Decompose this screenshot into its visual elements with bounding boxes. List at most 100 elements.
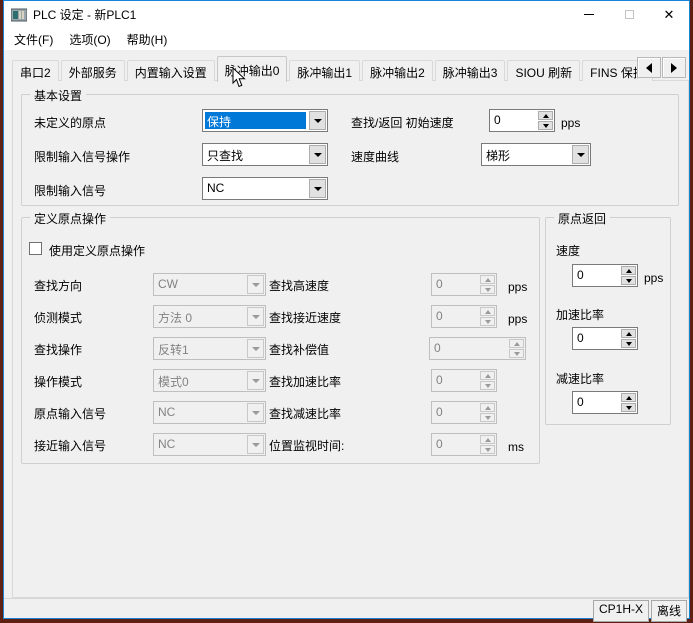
spin-up-icon (626, 269, 632, 273)
tab-pulse-output-0[interactable]: 脉冲输出0 (217, 56, 288, 82)
approach-input-signal-label: 接近输入信号 (34, 437, 106, 454)
spin-up-icon (485, 310, 491, 314)
plc-app-icon (11, 8, 27, 22)
search-approach-speed-unit: pps (508, 312, 527, 326)
search-decel-ratio-label: 查找减速比率 (269, 405, 341, 422)
speed-curve-dropdown[interactable]: 梯形 (481, 143, 591, 166)
spin-down-button (480, 381, 495, 390)
origin-input-signal-label: 原点输入信号 (34, 405, 106, 422)
spin-up-button (480, 307, 495, 316)
spin-down-button (509, 349, 524, 358)
search-compensation-label: 查找补偿值 (269, 341, 329, 358)
close-button[interactable]: ✕ (649, 1, 689, 28)
chevron-down-icon (247, 307, 264, 326)
speed-curve-label: 速度曲线 (351, 148, 399, 165)
return-speed-spinner[interactable]: 0 (572, 264, 638, 287)
arrow-right-icon (671, 63, 677, 73)
arrow-left-icon (646, 63, 652, 73)
define-origin-group-title: 定义原点操作 (30, 210, 110, 227)
initial-speed-unit: pps (561, 116, 580, 130)
tab-pulse-output-1[interactable]: 脉冲输出1 (289, 60, 360, 81)
define-origin-group: 定义原点操作 使用定义原点操作 查找方向 CW 查找高速度 0 pps 侦测模式 (21, 217, 540, 464)
limit-input-signal-dropdown[interactable]: NC (202, 177, 328, 200)
spin-up-icon (485, 406, 491, 410)
detect-mode-label: 侦测模式 (34, 309, 82, 326)
spin-down-icon (626, 279, 632, 283)
use-define-origin-label: 使用定义原点操作 (49, 242, 145, 259)
search-operation-label: 查找操作 (34, 341, 82, 358)
spin-down-icon (543, 124, 549, 128)
search-decel-ratio-spinner: 0 (431, 401, 497, 424)
limit-input-operation-label: 限制输入信号操作 (34, 148, 130, 165)
menu-options[interactable]: 选项(O) (61, 28, 118, 51)
spin-down-button (480, 285, 495, 294)
maximize-button (609, 1, 649, 28)
detect-mode-dropdown: 方法 0 (153, 305, 266, 328)
spin-down-icon (626, 406, 632, 410)
spin-up-button[interactable] (621, 266, 636, 275)
spin-up-button (480, 435, 495, 444)
spin-down-button[interactable] (621, 339, 636, 348)
operation-mode-dropdown: 模式0 (153, 369, 266, 392)
spin-down-icon (485, 320, 491, 324)
tab-external-service[interactable]: 外部服务 (61, 60, 125, 81)
menu-help[interactable]: 帮助(H) (119, 28, 176, 51)
search-high-speed-label: 查找高速度 (269, 277, 329, 294)
tab-pulse-output-2[interactable]: 脉冲输出2 (362, 60, 433, 81)
tab-page-pulse-output-0: 基本设置 未定义的原点 保持 限制输入信号操作 只查找 限制输入信号 NC 查找… (12, 80, 689, 598)
menu-bar: 文件(F) 选项(O) 帮助(H) (4, 28, 689, 50)
return-accel-spinner[interactable]: 0 (572, 327, 638, 350)
chevron-down-icon[interactable] (309, 145, 326, 164)
initial-speed-spinner[interactable]: 0 (489, 109, 555, 132)
spin-up-button (480, 403, 495, 412)
spin-up-icon (485, 438, 491, 442)
tab-scroll-left-button[interactable] (637, 57, 661, 78)
spin-down-button (480, 413, 495, 422)
spin-down-button (480, 317, 495, 326)
tab-scroll-right-button[interactable] (662, 57, 686, 78)
spin-down-icon (485, 288, 491, 292)
return-speed-label: 速度 (556, 242, 580, 259)
tab-builtin-input[interactable]: 内置输入设置 (127, 60, 215, 81)
tab-serial-port-2[interactable]: 串口2 (12, 60, 59, 81)
search-direction-dropdown: CW (153, 273, 266, 296)
return-decel-spinner[interactable]: 0 (572, 391, 638, 414)
close-icon: ✕ (664, 8, 675, 21)
search-accel-ratio-label: 查找加速比率 (269, 373, 341, 390)
tab-pulse-output-3[interactable]: 脉冲输出3 (435, 60, 506, 81)
operation-mode-label: 操作模式 (34, 373, 82, 390)
chevron-down-icon (247, 339, 264, 358)
spin-up-button[interactable] (621, 329, 636, 338)
minimize-button[interactable] (569, 1, 609, 28)
spin-down-icon (485, 448, 491, 452)
limit-input-operation-dropdown[interactable]: 只查找 (202, 143, 328, 166)
spin-up-icon (543, 114, 549, 118)
spin-down-icon (626, 342, 632, 346)
use-define-origin-checkbox[interactable] (29, 242, 42, 255)
spin-up-button[interactable] (538, 111, 553, 120)
spin-down-button (480, 445, 495, 454)
approach-input-signal-dropdown: NC (153, 433, 266, 456)
spin-down-icon (514, 352, 520, 356)
limit-input-signal-label: 限制输入信号 (34, 182, 106, 199)
search-accel-ratio-spinner: 0 (431, 369, 497, 392)
maximize-icon (625, 10, 634, 19)
tab-siou-refresh[interactable]: SIOU 刷新 (507, 60, 580, 81)
chevron-down-icon (247, 403, 264, 422)
chevron-down-icon[interactable] (309, 111, 326, 130)
spin-up-button (480, 275, 495, 284)
chevron-down-icon[interactable] (572, 145, 589, 164)
menu-file[interactable]: 文件(F) (6, 28, 61, 51)
chevron-down-icon[interactable] (309, 179, 326, 198)
spin-up-button[interactable] (621, 393, 636, 402)
return-decel-label: 减速比率 (556, 370, 604, 387)
spin-down-button[interactable] (621, 403, 636, 412)
plc-settings-window: PLC 设定 - 新PLC1 ✕ 文件(F) 选项(O) 帮助(H) 串口2 外… (3, 0, 690, 619)
spin-down-icon (485, 416, 491, 420)
search-high-speed-spinner: 0 (431, 273, 497, 296)
plc-type-panel: CP1H-X (593, 600, 649, 622)
undefined-origin-dropdown[interactable]: 保持 (202, 109, 328, 132)
spin-down-button[interactable] (621, 276, 636, 285)
spin-down-button[interactable] (538, 121, 553, 130)
origin-input-signal-dropdown: NC (153, 401, 266, 424)
